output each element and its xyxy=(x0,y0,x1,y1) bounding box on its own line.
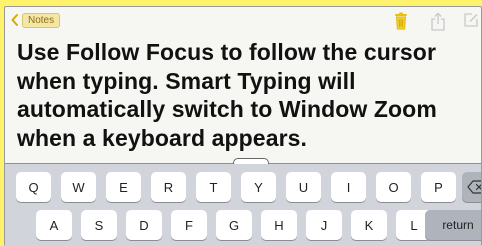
key-p[interactable]: P xyxy=(421,172,456,202)
key-h[interactable]: H xyxy=(261,210,297,240)
key-e[interactable]: E xyxy=(106,172,141,202)
backspace-icon xyxy=(467,180,482,194)
delete-key[interactable] xyxy=(462,172,482,202)
return-key[interactable]: return xyxy=(425,210,482,240)
share-icon[interactable] xyxy=(430,12,446,31)
onscreen-keyboard: Q W E R T Y U I O P A S D F G H J K L re… xyxy=(5,164,481,246)
back-button-label: Notes xyxy=(22,13,60,28)
key-j[interactable]: J xyxy=(306,210,342,240)
key-g[interactable]: G xyxy=(216,210,252,240)
key-d[interactable]: D xyxy=(126,210,162,240)
chevron-left-icon xyxy=(10,13,20,27)
toolbar: Notes xyxy=(5,7,481,33)
key-o[interactable]: O xyxy=(376,172,411,202)
note-body-text[interactable]: Use Follow Focus to follow the cursor wh… xyxy=(17,38,477,152)
key-y[interactable]: Y xyxy=(241,172,276,202)
key-s[interactable]: S xyxy=(81,210,117,240)
key-i[interactable]: I xyxy=(331,172,366,202)
key-r[interactable]: R xyxy=(151,172,186,202)
back-button[interactable]: Notes xyxy=(10,13,60,27)
key-t[interactable]: T xyxy=(196,172,231,202)
key-w[interactable]: W xyxy=(61,172,96,202)
compose-icon[interactable] xyxy=(463,12,479,28)
key-q[interactable]: Q xyxy=(16,172,51,202)
key-a[interactable]: A xyxy=(36,210,72,240)
key-u[interactable]: U xyxy=(286,172,321,202)
key-k[interactable]: K xyxy=(351,210,387,240)
key-f[interactable]: F xyxy=(171,210,207,240)
trash-icon[interactable] xyxy=(394,12,408,30)
notes-app-window: Notes Use Follow Focus to follow the cur… xyxy=(4,6,482,246)
